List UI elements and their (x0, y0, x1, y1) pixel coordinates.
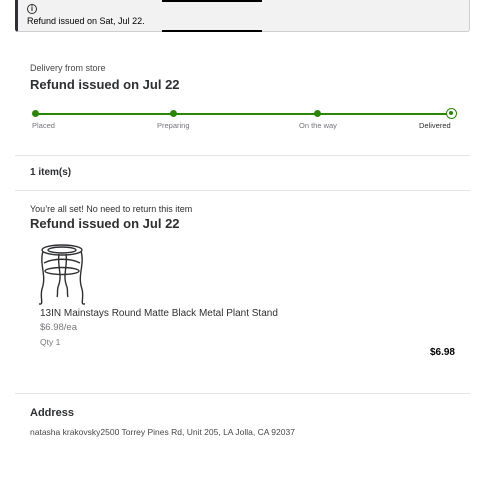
address-text: natasha krakovsky2500 Torrey Pines Rd, U… (30, 427, 295, 437)
refund-banner: i Refund issued on Sat, Jul 22. (15, 0, 470, 32)
step-dot-preparing (170, 110, 177, 117)
banner-text: Refund issued on Sat, Jul 22. (27, 16, 145, 26)
address-title: Address (30, 407, 75, 419)
product-quantity: Qty 1 (40, 337, 61, 347)
info-icon: i (27, 4, 37, 14)
step-dot-placed (32, 110, 39, 117)
section-divider (15, 155, 470, 156)
order-status-title: Refund issued on Jul 22 (30, 77, 180, 92)
step-label-placed: Placed (32, 121, 55, 130)
step-dot-delivered (446, 108, 457, 119)
step-label-preparing: Preparing (157, 121, 190, 130)
redacted-area (162, 0, 262, 32)
step-dot-on-the-way (314, 110, 321, 117)
delivery-type: Delivery from store (30, 63, 106, 73)
return-note: You’re all set! No need to return this i… (30, 204, 193, 214)
product-unit-price: $6.98/ea (40, 322, 77, 333)
refund-title: Refund issued on Jul 22 (30, 216, 180, 231)
step-label-on-the-way: On the way (299, 121, 337, 130)
product-price: $6.98 (429, 347, 455, 358)
section-divider (15, 393, 470, 394)
product-name[interactable]: 13IN Mainstays Round Matte Black Metal P… (40, 308, 278, 319)
plant-stand-image[interactable] (36, 241, 88, 305)
step-label-delivered: Delivered (419, 121, 451, 130)
section-divider (15, 190, 470, 191)
items-count: 1 item(s) (30, 167, 72, 178)
progress-track (35, 113, 450, 115)
